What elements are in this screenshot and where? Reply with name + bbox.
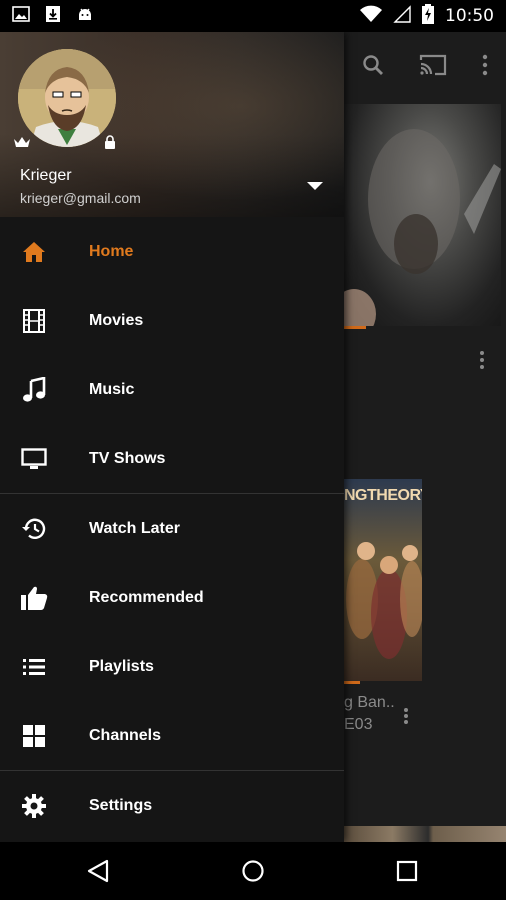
- menu-item-label: Movies: [89, 311, 144, 329]
- home-circle-icon: [242, 860, 264, 882]
- android-icon: [76, 5, 94, 28]
- drawer-menu: Home Movies Music TV Shows Watch Later R…: [0, 217, 344, 840]
- tile-more-icon[interactable]: [402, 707, 410, 730]
- lock-icon: [104, 135, 116, 154]
- tv-icon: [18, 443, 50, 475]
- tile-progress: [344, 681, 360, 684]
- menu-item-tv-shows[interactable]: TV Shows: [0, 424, 344, 493]
- system-nav-bar: [0, 842, 506, 900]
- grid-icon: [18, 720, 50, 752]
- menu-item-watch-later[interactable]: Watch Later: [0, 494, 344, 563]
- thumbnail-strip[interactable]: [344, 826, 506, 842]
- image-icon: [12, 5, 30, 28]
- row-more-icon[interactable]: [478, 350, 486, 375]
- tile-caption-title: g Ban..: [344, 694, 395, 711]
- featured-poster[interactable]: [344, 104, 501, 326]
- signal-icon: [393, 4, 411, 28]
- recents-icon: [396, 860, 418, 882]
- home-button[interactable]: [213, 842, 293, 900]
- menu-item-recommended[interactable]: Recommended: [0, 563, 344, 632]
- menu-item-movies[interactable]: Movies: [0, 286, 344, 355]
- featured-progress: [344, 326, 366, 329]
- wifi-icon: [359, 5, 383, 28]
- download-icon: [44, 5, 62, 28]
- menu-item-label: Playlists: [89, 657, 154, 675]
- avatar[interactable]: [18, 49, 116, 147]
- menu-item-channels[interactable]: Channels: [0, 701, 344, 770]
- back-button[interactable]: [58, 842, 138, 900]
- cast-icon[interactable]: [419, 54, 447, 81]
- tile-caption-episode: E03: [344, 716, 373, 733]
- recents-button[interactable]: [367, 842, 447, 900]
- status-bar: 10:50: [0, 0, 506, 32]
- more-vert-icon[interactable]: [481, 54, 489, 81]
- menu-item-label: Music: [89, 380, 135, 398]
- menu-item-playlists[interactable]: Playlists: [0, 632, 344, 701]
- profile-name: Krieger: [20, 167, 72, 184]
- back-icon: [87, 859, 109, 883]
- search-icon[interactable]: [361, 53, 385, 82]
- navigation-drawer: Krieger krieger@gmail.com Home Movies Mu…: [0, 32, 344, 842]
- show-tile[interactable]: NGTHEORY: [344, 479, 422, 681]
- chevron-down-icon: [307, 182, 323, 190]
- crown-icon: [13, 135, 31, 154]
- thumb-up-icon: [18, 582, 50, 614]
- menu-item-label: Recommended: [89, 588, 204, 606]
- tile-caption[interactable]: g Ban.. E03: [344, 692, 424, 736]
- drawer-header: Krieger krieger@gmail.com: [0, 32, 344, 217]
- gear-icon: [18, 790, 50, 822]
- list-icon: [18, 651, 50, 683]
- history-icon: [18, 513, 50, 545]
- menu-item-label: TV Shows: [89, 449, 166, 467]
- status-time: 10:50: [445, 6, 494, 26]
- menu-item-home[interactable]: Home: [0, 217, 344, 286]
- menu-item-settings[interactable]: Settings: [0, 771, 344, 840]
- menu-item-label: Watch Later: [89, 519, 180, 537]
- home-icon: [18, 236, 50, 268]
- music-note-icon: [18, 374, 50, 406]
- film-icon: [18, 305, 50, 337]
- menu-item-label: Home: [89, 242, 134, 260]
- menu-item-label: Settings: [89, 796, 153, 814]
- app-toolbar: [344, 32, 506, 102]
- profile-email: krieger@gmail.com: [20, 190, 141, 206]
- menu-item-music[interactable]: Music: [0, 355, 344, 424]
- account-dropdown-button[interactable]: [300, 174, 330, 198]
- menu-item-label: Channels: [89, 726, 162, 744]
- battery-charging-icon: [421, 3, 435, 29]
